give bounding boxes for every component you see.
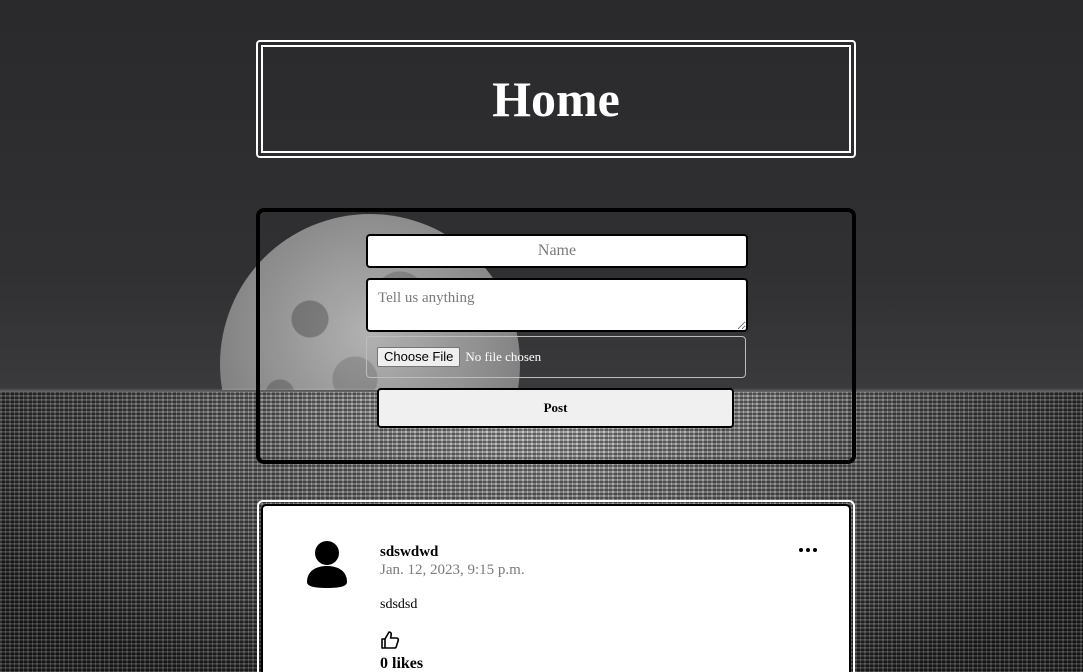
post-author: sdswdwd — [380, 544, 439, 560]
post-button[interactable]: Post — [377, 388, 734, 428]
post-card-inner: sdswdwd Jan. 12, 2023, 9:15 p.m. sdsdsd … — [261, 504, 851, 672]
post-body-text: sdsdsd — [380, 597, 418, 612]
file-upload-field: Choose File No file chosen — [366, 336, 746, 378]
more-options-icon[interactable] — [797, 542, 819, 558]
post-card: sdswdwd Jan. 12, 2023, 9:15 p.m. sdsdsd … — [257, 500, 855, 672]
post-timestamp: Jan. 12, 2023, 9:15 p.m. — [380, 562, 525, 578]
message-textarea[interactable] — [366, 278, 748, 332]
thumbs-up-icon[interactable] — [380, 630, 400, 650]
name-input[interactable] — [366, 234, 748, 268]
page-title: Home — [492, 71, 620, 127]
choose-file-button[interactable]: Choose File — [377, 347, 461, 367]
post-form: Choose File No file chosen Post — [256, 208, 856, 464]
user-avatar-icon — [307, 541, 347, 588]
page-header-inner: Home — [261, 45, 851, 153]
file-status-text: No file chosen — [465, 349, 542, 364]
likes-count: 0 likes — [380, 655, 424, 672]
page-header: Home — [256, 40, 856, 158]
